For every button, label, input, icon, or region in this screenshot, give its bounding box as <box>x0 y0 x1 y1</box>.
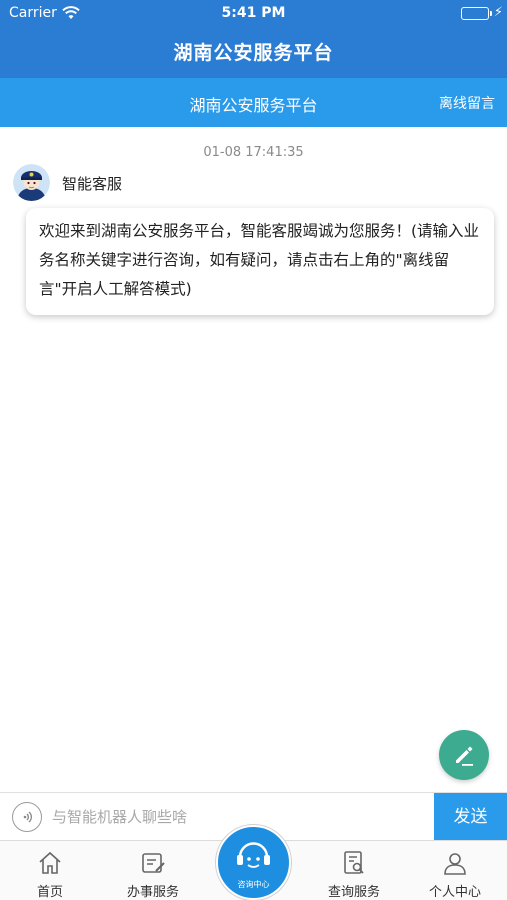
tab-profile[interactable]: 个人中心 <box>405 841 505 900</box>
message-timestamp: 01-08 17:41:35 <box>203 145 304 160</box>
compose-button[interactable] <box>439 730 489 780</box>
bot-message-bubble: 欢迎来到湖南公安服务平台，智能客服竭诚为您服务！(请输入业务名称关键字进行咨询，… <box>26 208 494 315</box>
send-button[interactable]: 发送 <box>434 793 507 841</box>
tab-consult-center[interactable]: 咨询中心 <box>216 825 291 900</box>
tab-profile-label: 个人中心 <box>428 885 481 900</box>
sender-name: 智能客服 <box>62 175 123 193</box>
tab-home-label: 首页 <box>36 885 63 900</box>
voice-icon[interactable] <box>12 802 42 832</box>
tab-consult-label: 咨询中心 <box>237 880 270 889</box>
home-icon <box>39 851 61 874</box>
chat-subheader: 湖南公安服务平台 离线留言 <box>0 78 507 127</box>
battery-tip <box>490 11 492 16</box>
pencil-icon <box>456 746 473 766</box>
tab-services[interactable]: 办事服务 <box>103 841 203 900</box>
edit-document-icon <box>142 853 165 873</box>
tab-services-label: 办事服务 <box>126 885 179 900</box>
user-icon <box>444 853 466 875</box>
chat-area[interactable]: 01-08 17:41:35 智能客服 欢迎来到湖南公安服务平台，智能客服竭诚为… <box>0 127 507 792</box>
chat-title: 湖南公安服务平台 <box>189 96 318 115</box>
offline-message-button[interactable]: 离线留言 <box>439 93 495 113</box>
charging-icon: ⚡ <box>493 5 503 20</box>
tab-home[interactable]: 首页 <box>0 841 100 900</box>
status-bar: Carrier 5:41 PM ⚡ <box>0 0 507 28</box>
search-document-icon <box>344 851 364 874</box>
battery-icon <box>461 7 489 20</box>
page-title: 湖南公安服务平台 <box>173 42 334 64</box>
tab-query-label: 查询服务 <box>327 885 380 900</box>
customer-service-headset-icon <box>237 842 270 868</box>
status-time: 5:41 PM <box>221 5 286 21</box>
tab-query[interactable]: 查询服务 <box>304 841 404 900</box>
police-officer-avatar-icon <box>13 164 50 201</box>
app-header: Carrier 5:41 PM ⚡ 湖南公安服务平台 <box>0 0 507 78</box>
